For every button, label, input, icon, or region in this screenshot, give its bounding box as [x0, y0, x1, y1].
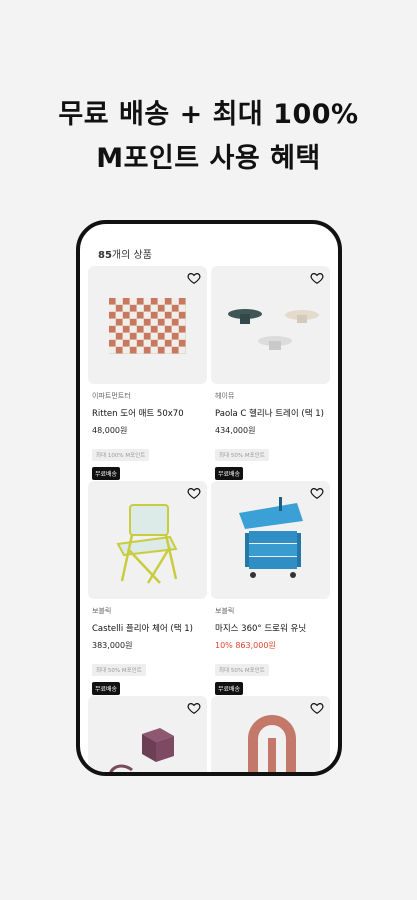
points-badge: 최대 50% M포인트: [215, 664, 269, 676]
free-shipping-badge: 무료배송: [92, 682, 121, 695]
headline-line-1: 무료 배송 + 최대 100%: [58, 99, 359, 130]
heart-icon[interactable]: [187, 486, 201, 500]
product-card[interactable]: 헤이뮤 Paola C 헬리나 트레이 (택 1) 434,000원 최대 50…: [211, 266, 330, 480]
product-count-suffix: 개의 상품: [111, 250, 152, 261]
ring-sculpture-image: [248, 715, 296, 772]
points-badge: 최대 100% M포인트: [92, 449, 150, 461]
product-card[interactable]: [88, 696, 207, 772]
product-card[interactable]: 보블릭 마지스 360° 드로워 유닛 10% 863,000원 최대 50% …: [211, 481, 330, 695]
heart-icon[interactable]: [187, 271, 201, 285]
product-brand: 헤이뮤: [215, 392, 235, 400]
product-card[interactable]: [211, 696, 330, 772]
product-price: 434,000원: [215, 426, 256, 435]
product-name[interactable]: Castelli 플리아 체어 (택 1): [92, 622, 207, 634]
points-badge: 최대 50% M포인트: [92, 664, 146, 676]
free-shipping-badge: 무료배송: [92, 467, 121, 480]
product-count-number: 85: [98, 250, 112, 261]
product-image[interactable]: [88, 266, 207, 384]
product-price: 10% 863,000원: [215, 640, 330, 651]
tray-image: [228, 309, 319, 350]
sale-price: 863,000원: [235, 641, 276, 650]
product-count: 85개의 상품: [98, 246, 152, 261]
drawer-unit-image: [239, 497, 303, 578]
product-price: 48,000원: [92, 426, 128, 435]
product-name[interactable]: Ritten 도어 매트 50x70: [92, 407, 207, 419]
heart-icon[interactable]: [187, 701, 201, 715]
product-card[interactable]: 이파트먼트터 Ritten 도어 매트 50x70 48,000원 최대 100…: [88, 266, 207, 480]
product-image[interactable]: [211, 266, 330, 384]
free-shipping-badge: 무료배송: [215, 682, 244, 695]
free-shipping-badge: 무료배송: [215, 467, 244, 480]
product-name[interactable]: Paola C 헬리나 트레이 (택 1): [215, 407, 330, 419]
product-image[interactable]: [211, 696, 330, 772]
product-image[interactable]: [88, 481, 207, 599]
door-mat-image: [109, 298, 186, 354]
product-name[interactable]: 마지스 360° 드로워 유닛: [215, 622, 330, 634]
heart-icon[interactable]: [310, 486, 324, 500]
headline-line-2: M포인트 사용 혜택: [96, 143, 321, 174]
product-brand: 보블릭: [215, 607, 235, 615]
heart-icon[interactable]: [310, 271, 324, 285]
folding-chair-image: [116, 504, 178, 584]
product-card[interactable]: 보블릭 Castelli 플리아 체어 (택 1) 383,000원 최대 50…: [88, 481, 207, 695]
power-cube-image: [109, 728, 174, 772]
promo-headline: 무료 배송 + 최대 100% M포인트 사용 혜택: [0, 93, 417, 181]
discount-rate: 10%: [215, 641, 233, 650]
product-image[interactable]: [211, 481, 330, 599]
product-brand: 보블릭: [92, 607, 112, 615]
points-badge: 최대 50% M포인트: [215, 449, 269, 461]
heart-icon[interactable]: [310, 701, 324, 715]
product-image[interactable]: [88, 696, 207, 772]
product-brand: 이파트먼트터: [92, 392, 131, 400]
product-price: 383,000원: [92, 641, 133, 650]
phone-frame: 85개의 상품 이파트먼트터 Ritten 도어 매트 50x70 48,000…: [76, 220, 342, 776]
